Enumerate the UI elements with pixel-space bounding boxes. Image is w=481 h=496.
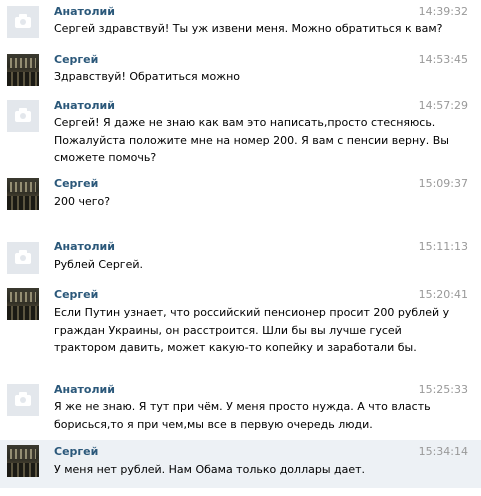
message-item: Анатолий 15:25:33 Я же не знаю. Я тут пр… bbox=[0, 380, 481, 438]
message-text-line: Рублей Сергей. bbox=[54, 258, 143, 271]
message-item: Сергей 15:20:41 Если Путин узнает, что р… bbox=[0, 284, 481, 380]
avatar[interactable] bbox=[7, 288, 39, 320]
message-text-line: Сергей! Я даже не знаю как вам это напис… bbox=[54, 116, 436, 129]
message-time: 15:20:41 bbox=[418, 288, 468, 301]
message-time: 15:34:14 bbox=[418, 445, 468, 458]
message-text: Если Путин узнает, что российский пенсио… bbox=[54, 304, 450, 357]
message-item: Анатолий 14:39:32 Сергей здравствуй! Ты … bbox=[0, 0, 481, 50]
message-item: Сергей 15:34:14 У меня нет рублей. Нам О… bbox=[0, 440, 481, 488]
message-text-line: 200 чего? bbox=[54, 195, 111, 208]
message-text-line: борисься,то я при чем,мы все в первую оч… bbox=[54, 417, 373, 431]
message-author[interactable]: Анатолий bbox=[54, 240, 115, 253]
message-text-line: Пожалуйста положите мне на номер 200. Я … bbox=[54, 133, 449, 147]
message-text-line: Я же не знаю. Я тут при чём. У меня прос… bbox=[54, 400, 431, 413]
message-text-line: Сергей здравствуй! Ты уж извени меня. Мо… bbox=[54, 22, 443, 35]
message-item: Анатолий 14:57:29 Сергей! Я даже не знаю… bbox=[0, 94, 481, 174]
message-item: Анатолий 15:11:13 Рублей Сергей. bbox=[0, 236, 481, 284]
message-time: 15:25:33 bbox=[418, 383, 468, 396]
message-author[interactable]: Сергей bbox=[54, 445, 98, 458]
message-time: 15:11:13 bbox=[418, 240, 468, 253]
message-time: 14:39:32 bbox=[418, 5, 468, 18]
message-author[interactable]: Сергей bbox=[54, 53, 98, 66]
message-item: Сергей 15:09:37 200 чего? bbox=[0, 174, 481, 236]
camera-icon[interactable] bbox=[7, 6, 39, 38]
message-text-line: трактором давить, может какую-то копейку… bbox=[54, 341, 417, 354]
message-text: Здравствуй! Обратиться можно bbox=[54, 68, 414, 86]
message-text: У меня нет рублей. Нам Обама только долл… bbox=[54, 461, 414, 479]
message-text: Сергей! Я даже не знаю как вам это напис… bbox=[54, 114, 449, 167]
message-time: 14:53:45 bbox=[418, 53, 468, 66]
message-text: Я же не знаю. Я тут при чём. У меня прос… bbox=[54, 398, 431, 433]
message-time: 14:57:29 bbox=[418, 99, 468, 112]
message-author[interactable]: Сергей bbox=[54, 177, 98, 190]
avatar[interactable] bbox=[7, 445, 39, 477]
message-text-line: граждан Украины, он расстроится. Шли бы … bbox=[54, 323, 402, 337]
message-text-line: Если Путин узнает, что российский пенсио… bbox=[54, 306, 450, 319]
message-text-line: Здравствуй! Обратиться можно bbox=[54, 70, 241, 83]
avatar[interactable] bbox=[7, 178, 39, 210]
message-text-line: У меня нет рублей. Нам Обама только долл… bbox=[54, 463, 366, 476]
message-text: Рублей Сергей. bbox=[54, 256, 414, 274]
message-author[interactable]: Сергей bbox=[54, 288, 98, 301]
message-author[interactable]: Анатолий bbox=[54, 5, 115, 18]
camera-icon[interactable] bbox=[7, 100, 39, 132]
message-text-line: сможете помочь? bbox=[54, 151, 157, 164]
avatar[interactable] bbox=[7, 54, 39, 86]
message-author[interactable]: Анатолий bbox=[54, 383, 115, 396]
message-author[interactable]: Анатолий bbox=[54, 99, 115, 112]
camera-icon[interactable] bbox=[7, 384, 39, 416]
message-time: 15:09:37 bbox=[418, 177, 468, 190]
message-item: Сергей 14:53:45 Здравствуй! Обратиться м… bbox=[0, 50, 481, 94]
message-text: 200 чего? bbox=[54, 193, 414, 211]
camera-icon[interactable] bbox=[7, 242, 39, 274]
message-text: Сергей здравствуй! Ты уж извени меня. Мо… bbox=[54, 20, 443, 38]
